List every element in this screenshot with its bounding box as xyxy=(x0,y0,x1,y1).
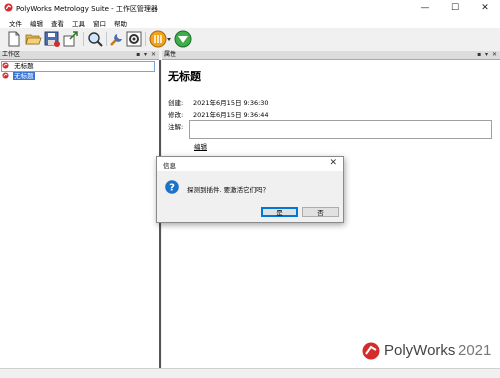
toolbar-separator xyxy=(145,32,146,46)
edit-link[interactable]: 编辑 xyxy=(194,141,207,151)
window-title: PolyWorks Metrology Suite - 工作区管理器 xyxy=(16,5,158,13)
notes-field[interactable] xyxy=(189,120,492,139)
modified-label: 修改: xyxy=(168,111,184,119)
pane-controls[interactable]: ▪ ▾ ✕ xyxy=(136,51,157,59)
modified-value: 2021年6月15日 9:36:44 xyxy=(193,111,269,119)
open-folder-icon[interactable] xyxy=(24,30,42,48)
dropdown-icon[interactable] xyxy=(166,30,172,48)
tree-item-project[interactable]: 无标题 xyxy=(2,72,35,81)
tools-icon[interactable] xyxy=(108,30,126,48)
question-icon: ? xyxy=(165,180,179,194)
close-button[interactable]: ✕ xyxy=(470,0,500,16)
properties-pane-header: 属性 ▪ ▾ ✕ xyxy=(162,51,500,60)
menu-help[interactable]: 帮助 xyxy=(114,18,127,28)
menu-bar: 文件 编辑 查看 工具 窗口 帮助 xyxy=(0,16,500,28)
menu-file[interactable]: 文件 xyxy=(9,18,22,28)
toolbar-separator xyxy=(106,32,107,46)
export-icon[interactable] xyxy=(62,30,80,48)
search-icon[interactable] xyxy=(86,30,104,48)
properties-title: 无标题 xyxy=(168,70,201,83)
modeler-icon[interactable] xyxy=(174,30,192,48)
menu-view[interactable]: 查看 xyxy=(51,18,64,28)
brand-name: PolyWorks xyxy=(384,342,456,359)
dialog-title: 信息 xyxy=(163,162,176,170)
created-value: 2021年6月15日 9:36:30 xyxy=(193,99,269,107)
workspace-tree: 无标题 无标题 xyxy=(0,60,161,368)
menu-edit[interactable]: 编辑 xyxy=(30,18,43,28)
yes-button[interactable]: 是 xyxy=(261,207,298,217)
save-icon[interactable] xyxy=(43,30,61,48)
dialog-close-button[interactable]: ✕ xyxy=(329,158,337,168)
notes-label: 注解: xyxy=(168,123,184,131)
brand-year: 2021 xyxy=(458,342,492,359)
info-dialog: 信息 ✕ ? 探测到插件. 要激活它们吗？ 是 否 xyxy=(156,156,344,223)
minimize-button[interactable]: — xyxy=(410,0,440,16)
title-bar: PolyWorks Metrology Suite - 工作区管理器 — ☐ ✕ xyxy=(0,0,500,16)
toolbar-separator xyxy=(83,32,84,46)
pane-controls[interactable]: ▪ ▾ ✕ xyxy=(477,51,498,59)
workspace-pane-header: 工作区 ▪ ▾ ✕ xyxy=(0,51,159,60)
tree-item-workspace[interactable]: 无标题 xyxy=(1,61,155,72)
menu-window[interactable]: 窗口 xyxy=(93,18,106,28)
properties-pane-title: 属性 xyxy=(164,51,177,58)
polyworks-module-icon[interactable] xyxy=(149,30,167,48)
tree-item-label: 无标题 xyxy=(13,72,35,80)
project-icon xyxy=(2,72,9,79)
menu-tools[interactable]: 工具 xyxy=(72,18,85,28)
svg-text:?: ? xyxy=(169,183,175,194)
no-button[interactable]: 否 xyxy=(302,207,339,217)
dialog-titlebar: 信息 ✕ xyxy=(157,157,343,171)
polyworks-logo-icon xyxy=(362,342,380,360)
tree-item-label: 无标题 xyxy=(14,62,34,70)
new-file-icon[interactable] xyxy=(5,30,23,48)
workspace-icon xyxy=(2,62,9,69)
settings-icon[interactable] xyxy=(125,30,143,48)
toolbar xyxy=(0,28,500,50)
created-label: 创建: xyxy=(168,99,184,107)
maximize-button[interactable]: ☐ xyxy=(440,0,470,16)
dialog-message: 探测到插件. 要激活它们吗？ xyxy=(187,186,270,194)
polyworks-logo-icon xyxy=(4,3,13,12)
workspace-pane-title: 工作区 xyxy=(2,51,21,58)
